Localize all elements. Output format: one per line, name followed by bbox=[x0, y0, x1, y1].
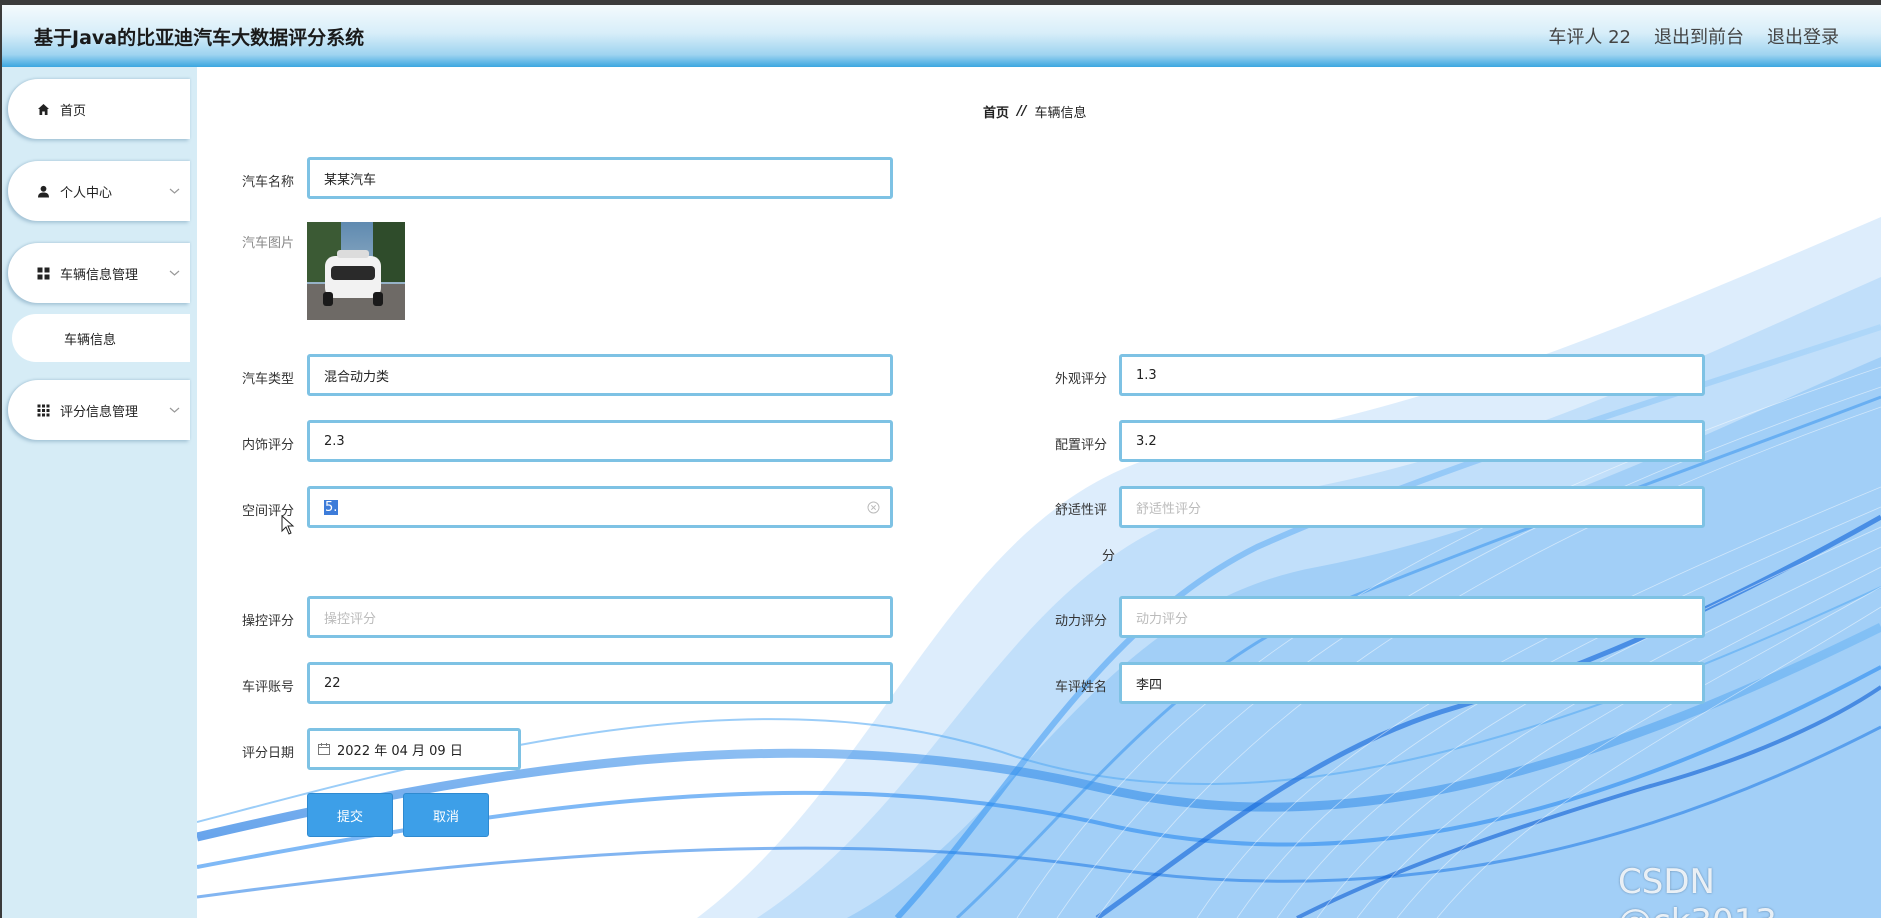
reviewer-account-input[interactable]: 22 bbox=[307, 662, 893, 704]
breadcrumb-home[interactable]: 首页 bbox=[983, 102, 1009, 121]
breadcrumb-separator: // bbox=[1017, 104, 1027, 119]
main-content: 首页 // 车辆信息 汽车名称 某某汽车 汽车图片 汽车类型 混合动力类 外观评… bbox=[197, 67, 1881, 918]
sidebar-item-rating-management[interactable]: 评分信息管理 bbox=[8, 380, 190, 440]
reviewer-name-value: 李四 bbox=[1136, 677, 1163, 693]
car-type-input[interactable]: 混合动力类 bbox=[307, 354, 893, 396]
interior-score-value: 2.3 bbox=[324, 433, 345, 449]
current-user-label: 车评人 22 bbox=[1548, 27, 1631, 48]
chevron-down-icon bbox=[169, 266, 180, 281]
interior-score-input[interactable]: 2.3 bbox=[307, 420, 893, 462]
car-type-value: 混合动力类 bbox=[324, 369, 390, 385]
logout-link[interactable]: 退出登录 bbox=[1767, 23, 1839, 49]
config-score-value: 3.2 bbox=[1136, 433, 1157, 449]
car-image-label: 汽车图片 bbox=[241, 236, 294, 251]
rating-date-picker[interactable]: 2022 年 04 月 09 日 bbox=[307, 728, 521, 770]
car-name-value: 某某汽车 bbox=[324, 172, 377, 188]
sidebar-item-label: 评分信息管理 bbox=[60, 404, 139, 420]
handling-score-input[interactable]: 操控评分 bbox=[307, 596, 893, 638]
comfort-score-label-wrap: 分 bbox=[1101, 549, 1115, 564]
reviewer-account-value: 22 bbox=[324, 675, 341, 691]
sidebar-item-label: 车辆信息管理 bbox=[60, 267, 139, 283]
car-type-label: 汽车类型 bbox=[241, 372, 294, 387]
submit-button[interactable]: 提交 bbox=[307, 793, 393, 837]
app-title: 基于Java的比亚迪汽车大数据评分系统 bbox=[34, 26, 365, 49]
back-to-front-link[interactable]: 退出到前台 bbox=[1654, 23, 1744, 49]
comfort-score-placeholder: 舒适性评分 bbox=[1136, 501, 1202, 517]
space-score-value: 5. bbox=[324, 499, 339, 515]
sidebar-item-home[interactable]: 首页 bbox=[8, 79, 190, 139]
power-score-placeholder: 动力评分 bbox=[1136, 611, 1189, 627]
comfort-score-label: 舒适性评 bbox=[1054, 503, 1107, 518]
space-score-input[interactable]: 5. bbox=[307, 486, 893, 528]
breadcrumb-current: 车辆信息 bbox=[1034, 106, 1087, 121]
reviewer-name-label: 车评姓名 bbox=[1054, 680, 1107, 695]
watermark: CSDN @ck3013 bbox=[1618, 862, 1777, 918]
user-icon bbox=[36, 184, 50, 198]
top-header: 基于Java的比亚迪汽车大数据评分系统 车评人 22 退出到前台 退出登录 bbox=[2, 5, 1881, 67]
sidebar: 首页 个人中心 车辆信息管理 车辆信息 评分信息管理 bbox=[2, 67, 197, 918]
cancel-button[interactable]: 取消 bbox=[403, 793, 489, 837]
header-links: 车评人 22 退出到前台 退出登录 bbox=[1548, 23, 1839, 49]
sidebar-item-personal-center[interactable]: 个人中心 bbox=[8, 161, 190, 221]
power-score-input[interactable]: 动力评分 bbox=[1119, 596, 1705, 638]
calendar-icon bbox=[318, 743, 330, 755]
car-name-input[interactable]: 某某汽车 bbox=[307, 157, 893, 199]
apps-icon bbox=[36, 403, 50, 417]
sidebar-item-vehicle-management[interactable]: 车辆信息管理 bbox=[8, 243, 190, 303]
comfort-score-input[interactable]: 舒适性评分 bbox=[1119, 486, 1705, 528]
sidebar-item-label: 车辆信息 bbox=[64, 332, 117, 348]
car-name-label: 汽车名称 bbox=[241, 175, 294, 190]
chevron-down-icon bbox=[169, 403, 180, 418]
appearance-score-value: 1.3 bbox=[1136, 367, 1157, 383]
home-icon bbox=[36, 102, 50, 116]
car-image bbox=[307, 222, 405, 320]
sidebar-item-label: 个人中心 bbox=[60, 185, 113, 201]
config-score-input[interactable]: 3.2 bbox=[1119, 420, 1705, 462]
sidebar-subitem-vehicle-info[interactable]: 车辆信息 bbox=[12, 314, 190, 362]
interior-score-label: 内饰评分 bbox=[241, 438, 294, 453]
config-score-label: 配置评分 bbox=[1054, 438, 1107, 453]
rating-date-label: 评分日期 bbox=[241, 746, 294, 761]
rating-date-value: 2022 年 04 月 09 日 bbox=[337, 743, 463, 759]
sidebar-item-label: 首页 bbox=[60, 103, 87, 119]
reviewer-name-input[interactable]: 李四 bbox=[1119, 662, 1705, 704]
appearance-score-input[interactable]: 1.3 bbox=[1119, 354, 1705, 396]
mouse-cursor-icon bbox=[281, 514, 295, 539]
reviewer-account-label: 车评账号 bbox=[241, 680, 294, 695]
handling-score-placeholder: 操控评分 bbox=[324, 611, 377, 627]
handling-score-label: 操控评分 bbox=[241, 614, 294, 629]
appearance-score-label: 外观评分 bbox=[1054, 372, 1107, 387]
chevron-down-icon bbox=[169, 184, 180, 199]
breadcrumb: 首页 // 车辆信息 bbox=[983, 102, 1087, 121]
grid-icon bbox=[36, 266, 50, 280]
clear-icon[interactable] bbox=[867, 501, 880, 518]
power-score-label: 动力评分 bbox=[1054, 614, 1107, 629]
